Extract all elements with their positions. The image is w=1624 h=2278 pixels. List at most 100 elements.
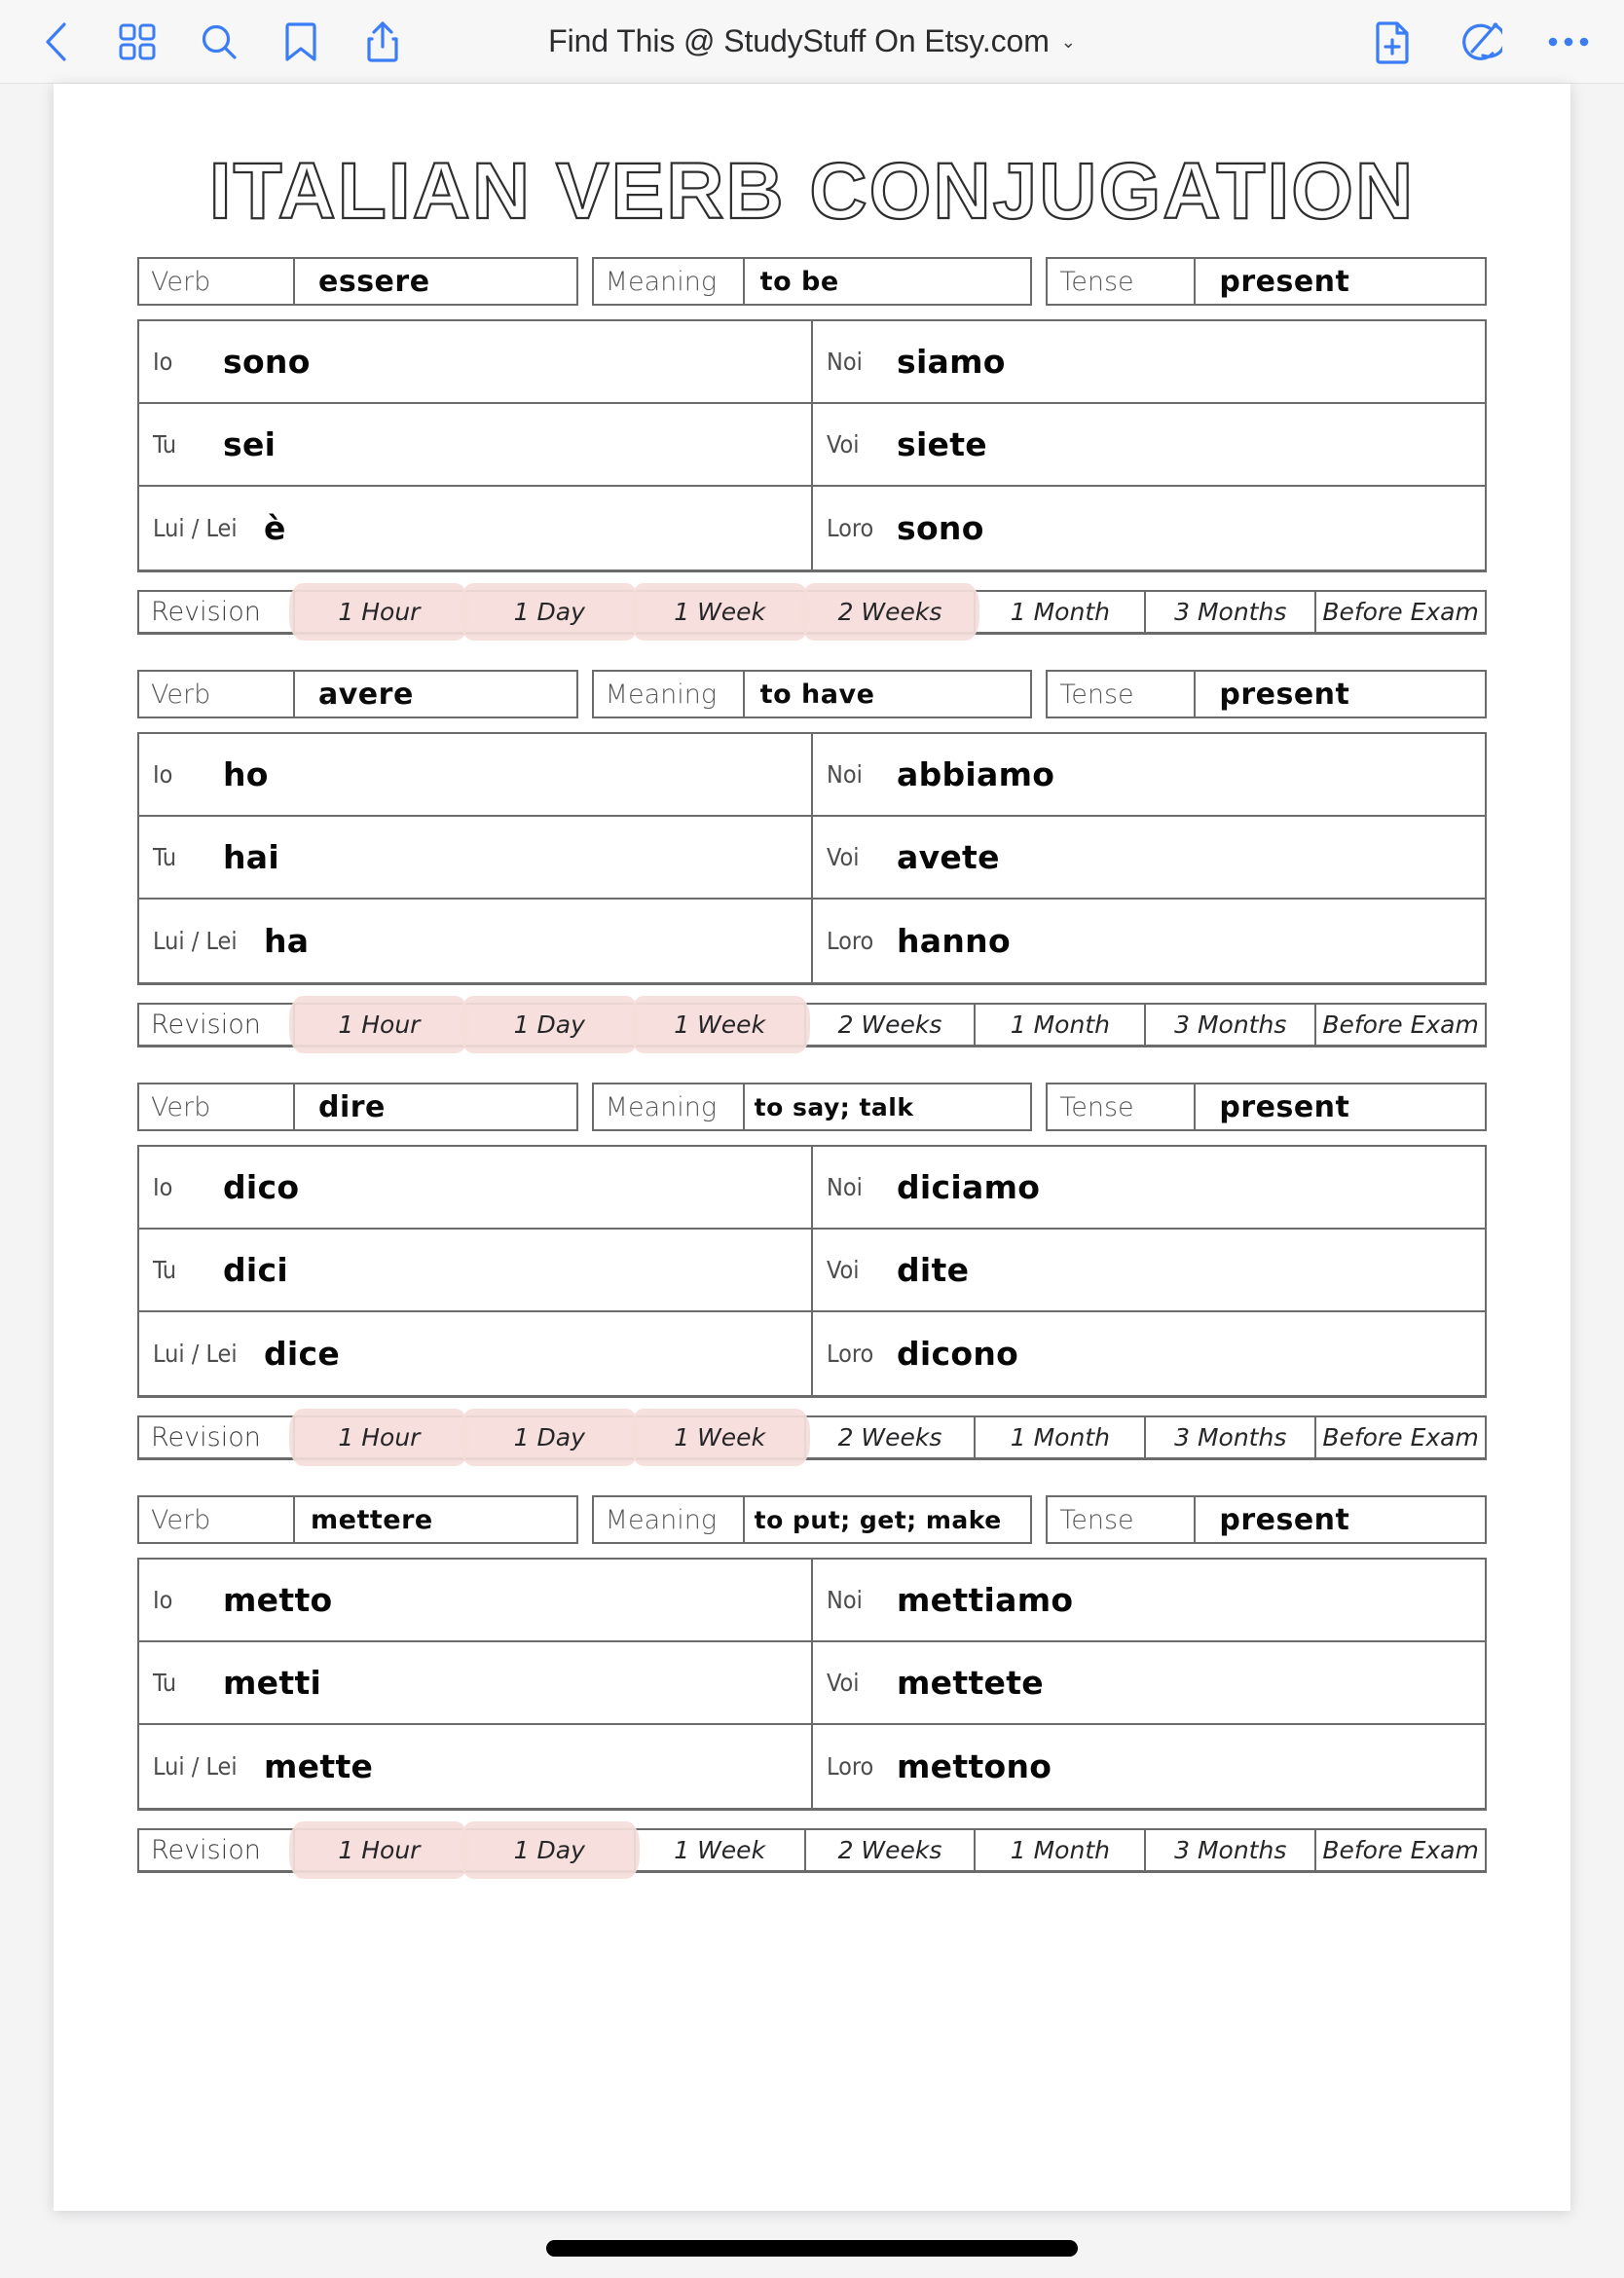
revision-cell-2-weeks[interactable]: 2 Weeks bbox=[806, 592, 977, 632]
conjugation-cell-io[interactable]: Io sono bbox=[139, 321, 813, 402]
verb-label: Verb bbox=[139, 1084, 295, 1129]
conjugation-cell-loro[interactable]: Loro sono bbox=[813, 487, 1485, 570]
revision-label: Revision bbox=[139, 592, 295, 632]
verb-field[interactable]: Verb dire bbox=[137, 1083, 578, 1131]
revision-cell-1-week[interactable]: 1 Week bbox=[636, 1417, 806, 1457]
conjugation-cell-io[interactable]: Io metto bbox=[139, 1560, 813, 1640]
revision-cell-1-week[interactable]: 1 Week bbox=[636, 1830, 806, 1870]
revision-cell-1-day[interactable]: 1 Day bbox=[465, 1830, 636, 1870]
conjugation-cell-loro[interactable]: Loro hanno bbox=[813, 900, 1485, 982]
revision-cell-1-hour[interactable]: 1 Hour bbox=[295, 592, 465, 632]
conjugation-cell-tu[interactable]: Tu hai bbox=[139, 817, 813, 898]
conjugation-cell-voi[interactable]: Voi mettete bbox=[813, 1642, 1485, 1723]
conjugation-cell-noi[interactable]: Noi mettiamo bbox=[813, 1560, 1485, 1640]
conjugation-cell-lui-lei[interactable]: Lui / Lei mette bbox=[139, 1725, 813, 1808]
thumbnails-grid-icon[interactable] bbox=[115, 19, 160, 64]
search-icon[interactable] bbox=[197, 19, 241, 64]
more-options-icon[interactable] bbox=[1546, 19, 1591, 64]
verb-field[interactable]: Verb mettere bbox=[137, 1495, 578, 1544]
revision-cell-2-weeks[interactable]: 2 Weeks bbox=[806, 1005, 977, 1045]
conjugation-cell-tu[interactable]: Tu metti bbox=[139, 1642, 813, 1723]
conjugation-cell-voi[interactable]: Voi dite bbox=[813, 1230, 1485, 1310]
conjugation-cell-tu[interactable]: Tu sei bbox=[139, 404, 813, 485]
revision-cell-1-week[interactable]: 1 Week bbox=[636, 592, 806, 632]
verb-meta-row: Verb dire Meaning to say; talk Tense pre… bbox=[137, 1083, 1488, 1131]
conjugation-cell-loro[interactable]: Loro mettono bbox=[813, 1725, 1485, 1808]
back-chevron-icon[interactable] bbox=[33, 19, 78, 64]
form-noi: mettiamo bbox=[897, 1581, 1074, 1619]
bookmark-icon[interactable] bbox=[278, 19, 323, 64]
form-lui-lei: dice bbox=[264, 1335, 341, 1373]
verb-value: essere bbox=[318, 264, 430, 299]
revision-cell-1-day[interactable]: 1 Day bbox=[465, 1417, 636, 1457]
revision-cell-3-months[interactable]: 3 Months bbox=[1146, 1005, 1317, 1045]
revision-cell-before-exam[interactable]: Before Exam bbox=[1316, 1830, 1485, 1870]
revision-cell-1-hour[interactable]: 1 Hour bbox=[295, 1830, 465, 1870]
document-canvas[interactable]: ITALIAN VERB CONJUGATION Verb essere Mea… bbox=[0, 84, 1624, 2278]
meaning-field[interactable]: Meaning to be bbox=[591, 257, 1033, 306]
revision-cell-label: 1 Week bbox=[674, 598, 766, 626]
conjugation-cell-lui-lei[interactable]: Lui / Lei è bbox=[139, 487, 813, 570]
conjugation-cell-lui-lei[interactable]: Lui / Lei dice bbox=[139, 1312, 813, 1395]
verb-meta-row: Verb avere Meaning to have Tense present bbox=[137, 670, 1488, 718]
conjugation-cell-noi[interactable]: Noi abbiamo bbox=[813, 734, 1485, 815]
markup-pen-icon[interactable] bbox=[1458, 19, 1503, 64]
conjugation-cell-io[interactable]: Io ho bbox=[139, 734, 813, 815]
revision-cell-1-month[interactable]: 1 Month bbox=[976, 592, 1147, 632]
chevron-down-icon[interactable]: ⌄ bbox=[1061, 33, 1076, 51]
meaning-label: Meaning bbox=[594, 672, 745, 716]
revision-cell-1-day[interactable]: 1 Day bbox=[465, 592, 636, 632]
conjugation-cell-loro[interactable]: Loro dicono bbox=[813, 1312, 1485, 1395]
verb-field[interactable]: Verb essere bbox=[137, 257, 578, 306]
form-loro: sono bbox=[897, 509, 984, 547]
add-page-icon[interactable] bbox=[1371, 19, 1416, 64]
conjugation-cell-voi[interactable]: Voi siete bbox=[813, 404, 1485, 485]
revision-cell-1-day[interactable]: 1 Day bbox=[465, 1005, 636, 1045]
revision-cell-1-month[interactable]: 1 Month bbox=[976, 1005, 1147, 1045]
share-icon[interactable] bbox=[360, 19, 405, 64]
revision-cell-before-exam[interactable]: Before Exam bbox=[1316, 1005, 1485, 1045]
tense-field[interactable]: Tense present bbox=[1046, 1495, 1488, 1544]
tense-value: present bbox=[1219, 1089, 1350, 1124]
conjugation-row: Lui / Lei mette Loro mettono bbox=[139, 1725, 1485, 1808]
revision-cell-label: 2 Weeks bbox=[837, 598, 942, 626]
revision-cell-1-hour[interactable]: 1 Hour bbox=[295, 1005, 465, 1045]
revision-cell-2-weeks[interactable]: 2 Weeks bbox=[806, 1417, 977, 1457]
revision-cell-label: Before Exam bbox=[1322, 598, 1479, 626]
conjugation-cell-voi[interactable]: Voi avete bbox=[813, 817, 1485, 898]
revision-cell-2-weeks[interactable]: 2 Weeks bbox=[806, 1830, 977, 1870]
revision-cell-1-month[interactable]: 1 Month bbox=[976, 1830, 1147, 1870]
tense-label: Tense bbox=[1048, 1084, 1197, 1129]
conjugation-cell-tu[interactable]: Tu dici bbox=[139, 1230, 813, 1310]
revision-cell-before-exam[interactable]: Before Exam bbox=[1316, 1417, 1485, 1457]
revision-cell-1-hour[interactable]: 1 Hour bbox=[295, 1417, 465, 1457]
tense-field[interactable]: Tense present bbox=[1046, 1083, 1488, 1131]
document-title-button[interactable]: Find This @ StudyStuff On Etsy.com ⌄ bbox=[548, 23, 1076, 59]
revision-cell-before-exam[interactable]: Before Exam bbox=[1316, 592, 1485, 632]
revision-cell-label: 2 Weeks bbox=[837, 1010, 942, 1039]
verb-field[interactable]: Verb avere bbox=[137, 670, 578, 718]
form-voi: siete bbox=[897, 425, 987, 463]
conjugation-cell-lui-lei[interactable]: Lui / Lei ha bbox=[139, 900, 813, 982]
conjugation-row: Io sono Noi siamo bbox=[139, 321, 1485, 404]
verb-meta-row: Verb mettere Meaning to put; get; make T… bbox=[137, 1495, 1488, 1544]
pronoun-loro: Loro bbox=[827, 1340, 874, 1368]
conjugation-table: Io dico Noi diciamo Tu dici Voi dite Lui… bbox=[137, 1145, 1487, 1398]
conjugation-cell-io[interactable]: Io dico bbox=[139, 1147, 813, 1228]
conjugation-cell-noi[interactable]: Noi diciamo bbox=[813, 1147, 1485, 1228]
revision-cell-1-week[interactable]: 1 Week bbox=[636, 1005, 806, 1045]
revision-cell-3-months[interactable]: 3 Months bbox=[1146, 592, 1317, 632]
tense-field[interactable]: Tense present bbox=[1046, 670, 1488, 718]
verb-label: Verb bbox=[139, 1497, 295, 1542]
conjugation-row: Tu sei Voi siete bbox=[139, 404, 1485, 487]
revision-cell-1-month[interactable]: 1 Month bbox=[976, 1417, 1147, 1457]
revision-cell-3-months[interactable]: 3 Months bbox=[1146, 1417, 1317, 1457]
revision-cell-3-months[interactable]: 3 Months bbox=[1146, 1830, 1317, 1870]
conjugation-cell-noi[interactable]: Noi siamo bbox=[813, 321, 1485, 402]
revision-cell-label: 2 Weeks bbox=[837, 1423, 942, 1451]
meaning-field[interactable]: Meaning to have bbox=[591, 670, 1033, 718]
meaning-field[interactable]: Meaning to say; talk bbox=[591, 1083, 1033, 1131]
meaning-field[interactable]: Meaning to put; get; make bbox=[591, 1495, 1033, 1544]
pronoun-io: Io bbox=[153, 1586, 173, 1614]
tense-field[interactable]: Tense present bbox=[1046, 257, 1488, 306]
